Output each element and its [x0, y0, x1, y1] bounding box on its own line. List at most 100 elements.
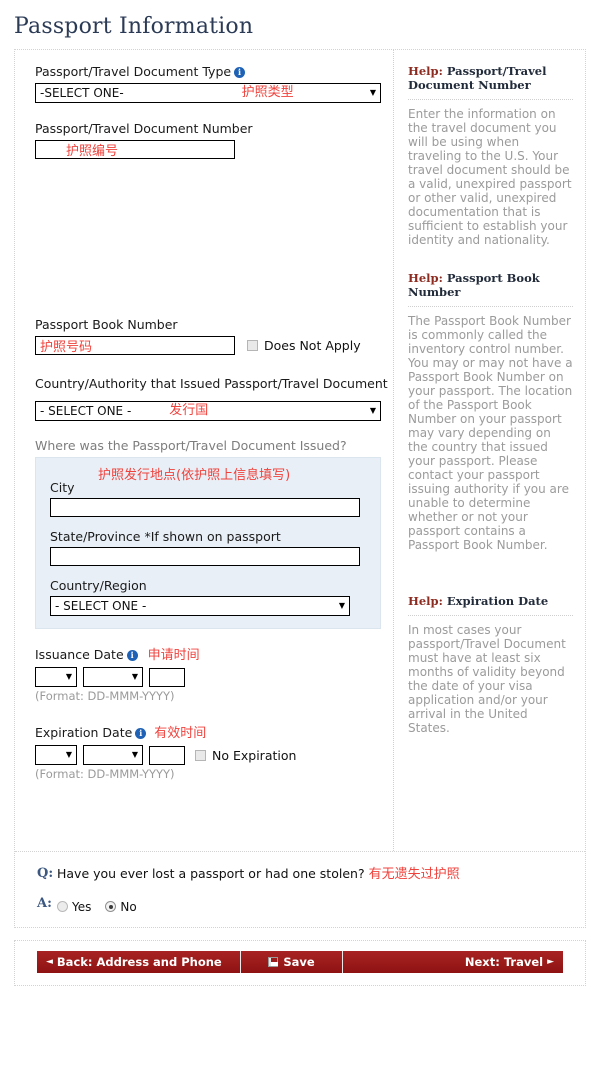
expiration-date-label: Expiration Date i 有效时间: [35, 725, 393, 742]
chevron-down-icon[interactable]: ▼: [370, 402, 376, 420]
book-number-label: Passport Book Number: [35, 317, 178, 332]
floppy-disk-icon: [268, 957, 279, 967]
info-icon[interactable]: i: [126, 650, 138, 661]
document-type-select[interactable]: -SELECT ONE- 护照类型 ▼: [35, 83, 381, 103]
document-number-annotation: 护照编号: [66, 144, 119, 159]
country-region-select[interactable]: - SELECT ONE - ▼: [50, 596, 350, 616]
chevron-down-icon[interactable]: ▼: [66, 746, 72, 764]
question-key: Q:: [37, 866, 54, 881]
footer-panel: ◄ Back: Address and Phone Save Next: Tra…: [14, 940, 586, 986]
field-document-number: Passport/Travel Document Number 护照编号: [35, 121, 393, 159]
issuing-country-label: Country/Authority that Issued Passport/T…: [35, 376, 388, 391]
caret-left-icon: ◄: [46, 957, 53, 967]
question-annotation: 有无遗失过护照: [368, 867, 460, 882]
back-button[interactable]: ◄ Back: Address and Phone: [37, 951, 241, 973]
help-title: Help: Passport/Travel Document Number: [408, 64, 573, 92]
document-type-label: Passport/Travel Document Type i: [35, 64, 393, 80]
issuance-day-select[interactable]: ▼: [35, 667, 77, 687]
help-title-text: Expiration Date: [442, 594, 549, 608]
book-number-annotation: 护照号码: [40, 340, 93, 355]
expiration-date-format-hint: (Format: DD-MMM-YYYY): [35, 767, 175, 781]
issued-where-annotation: 护照发行地点(依护照上信息填写): [98, 468, 291, 483]
caret-right-icon: ►: [547, 957, 554, 967]
issuance-date-annotation: 申请时间: [147, 648, 200, 663]
document-number-label: Passport/Travel Document Number: [35, 121, 253, 136]
expiration-day-select[interactable]: ▼: [35, 745, 77, 765]
document-type-annotation: 护照类型: [241, 85, 294, 100]
radio-no[interactable]: [105, 901, 117, 912]
info-icon[interactable]: i: [234, 67, 246, 78]
save-button[interactable]: Save: [241, 951, 343, 973]
help-body: In most cases your passport/Travel Docum…: [408, 615, 573, 735]
field-issued-where: Where was the Passport/Travel Document I…: [35, 438, 393, 629]
answer-row: A: Yes No: [37, 896, 585, 915]
issuance-date-format-hint: (Format: DD-MMM-YYYY): [35, 689, 175, 703]
page-title: Passport Information: [14, 14, 254, 39]
issuance-date-inputs: ▼ ▼: [35, 667, 393, 687]
help-block: Help: Passport Book Number The Passport …: [408, 271, 573, 552]
help-block: Help: Expiration Date In most cases your…: [408, 594, 573, 735]
issuance-date-label: Issuance Date i 申请时间: [35, 647, 393, 664]
answer-key: A:: [37, 896, 52, 911]
form-panel: Passport/Travel Document Type i -SELECT O…: [14, 49, 586, 928]
issued-where-group: 护照发行地点(依护照上信息填写) City State/Province *If…: [35, 457, 381, 629]
help-title: Help: Expiration Date: [408, 594, 573, 608]
help-body: Enter the information on the travel docu…: [408, 99, 573, 247]
issuing-country-select[interactable]: - SELECT ONE - 发行国 ▼: [35, 401, 381, 421]
document-type-value: -SELECT ONE-: [40, 86, 124, 100]
does-not-apply-label: Does Not Apply: [264, 338, 361, 353]
expiration-year-input[interactable]: [149, 745, 185, 765]
book-number-input[interactable]: 护照号码: [35, 336, 235, 355]
chevron-down-icon[interactable]: ▼: [132, 746, 138, 764]
help-column: Help: Passport/Travel Document Number En…: [393, 50, 585, 851]
back-button-label: Back: Address and Phone: [56, 955, 222, 969]
help-word: Help:: [408, 64, 443, 78]
question-row: Q: Have you ever lost a passport or had …: [37, 866, 585, 883]
help-word: Help:: [408, 594, 443, 608]
country-region-label: Country/Region: [50, 578, 147, 593]
next-button-label: Next: Travel: [464, 955, 544, 969]
navigation-bar: ◄ Back: Address and Phone Save Next: Tra…: [37, 951, 563, 973]
question-text: Have you ever lost a passport or had one…: [57, 866, 460, 883]
document-type-label-text: Passport/Travel Document Type: [35, 64, 232, 79]
field-issuing-country: Country/Authority that Issued Passport/T…: [35, 376, 393, 421]
field-book-number: Passport Book Number 护照号码 Does Not Apply: [35, 317, 393, 355]
issuance-month-select[interactable]: ▼: [83, 667, 143, 687]
country-region-value: - SELECT ONE -: [55, 599, 147, 613]
question-section: Q: Have you ever lost a passport or had …: [15, 851, 585, 927]
next-button[interactable]: Next: Travel ►: [343, 951, 563, 973]
state-province-label: State/Province *If shown on passport: [50, 529, 281, 544]
issuing-country-value: - SELECT ONE -: [40, 404, 132, 418]
issued-where-label: Where was the Passport/Travel Document I…: [35, 438, 347, 453]
radio-yes[interactable]: [57, 901, 68, 912]
issuance-year-input[interactable]: [149, 667, 185, 687]
issuance-date-label-text: Issuance Date: [35, 647, 124, 662]
document-number-input[interactable]: 护照编号: [35, 140, 235, 159]
help-word: Help:: [408, 271, 443, 285]
no-expiration-checkbox[interactable]: [195, 749, 206, 761]
question-label: Have you ever lost a passport or had one…: [57, 866, 365, 881]
radio-yes-label: Yes: [72, 900, 92, 914]
expiration-date-inputs: ▼ ▼ No Expiration: [35, 745, 393, 765]
city-input[interactable]: [50, 498, 360, 517]
field-issuance-date: Issuance Date i 申请时间 ▼ ▼ (Format: DD-MMM…: [35, 647, 393, 703]
state-province-input[interactable]: [50, 547, 360, 566]
info-icon[interactable]: i: [135, 728, 147, 739]
help-body: The Passport Book Number is commonly cal…: [408, 306, 573, 552]
no-expiration-label: No Expiration: [212, 747, 297, 763]
expiration-date-annotation: 有效时间: [154, 726, 207, 741]
chevron-down-icon[interactable]: ▼: [370, 84, 376, 102]
chevron-down-icon[interactable]: ▼: [66, 668, 72, 686]
form-column: Passport/Travel Document Type i -SELECT O…: [15, 50, 393, 851]
help-block: Help: Passport/Travel Document Number En…: [408, 64, 573, 247]
does-not-apply-checkbox[interactable]: [247, 340, 258, 351]
expiration-date-label-text: Expiration Date: [35, 725, 133, 740]
chevron-down-icon[interactable]: ▼: [339, 597, 345, 615]
save-button-label: Save: [283, 955, 315, 969]
passport-information-page: Passport Information Passport/Travel Doc…: [0, 0, 600, 1070]
field-document-type: Passport/Travel Document Type i -SELECT O…: [35, 64, 393, 103]
radio-no-label: No: [120, 900, 137, 914]
help-title: Help: Passport Book Number: [408, 271, 573, 299]
expiration-month-select[interactable]: ▼: [83, 745, 143, 765]
chevron-down-icon[interactable]: ▼: [132, 668, 138, 686]
